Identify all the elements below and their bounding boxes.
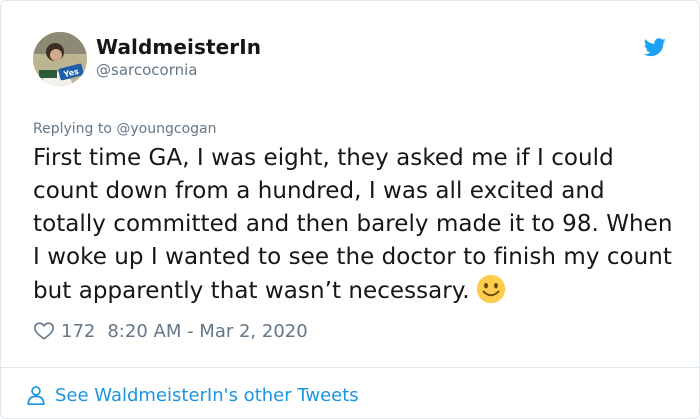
person-icon [27,386,45,405]
author-display-name[interactable]: WaldmeisterIn [96,35,261,59]
slightly-smiling-face-icon [476,274,505,304]
tweet-text: First time GA, I was eight, they asked m… [33,142,673,308]
replying-to: Replying to @youngcogan [33,121,216,137]
twitter-bird-icon[interactable] [642,36,668,58]
heart-icon[interactable] [33,320,55,342]
see-other-tweets-link[interactable]: See WaldmeisterIn's other Tweets [25,381,359,409]
avatar[interactable]: Yes [33,32,87,86]
like-count[interactable]: 172 [61,321,95,342]
author-handle[interactable]: @sarcocornia [96,61,197,79]
tweet-header: Yes WaldmeisterIn @sarcocornia [33,32,673,88]
reply-mention-link[interactable]: @youngcogan [116,121,216,137]
divider [1,367,699,368]
replying-to-prefix: Replying to [33,121,112,137]
tweet-meta: 172 8:20 AM - Mar 2, 2020 [33,317,308,345]
tweet-timestamp[interactable]: 8:20 AM - Mar 2, 2020 [107,321,307,342]
see-other-tweets-label: See WaldmeisterIn's other Tweets [55,384,359,406]
tweet-card: Yes WaldmeisterIn @sarcocornia Replying … [0,0,700,419]
tweet-body: First time GA, I was eight, they asked m… [33,145,673,304]
